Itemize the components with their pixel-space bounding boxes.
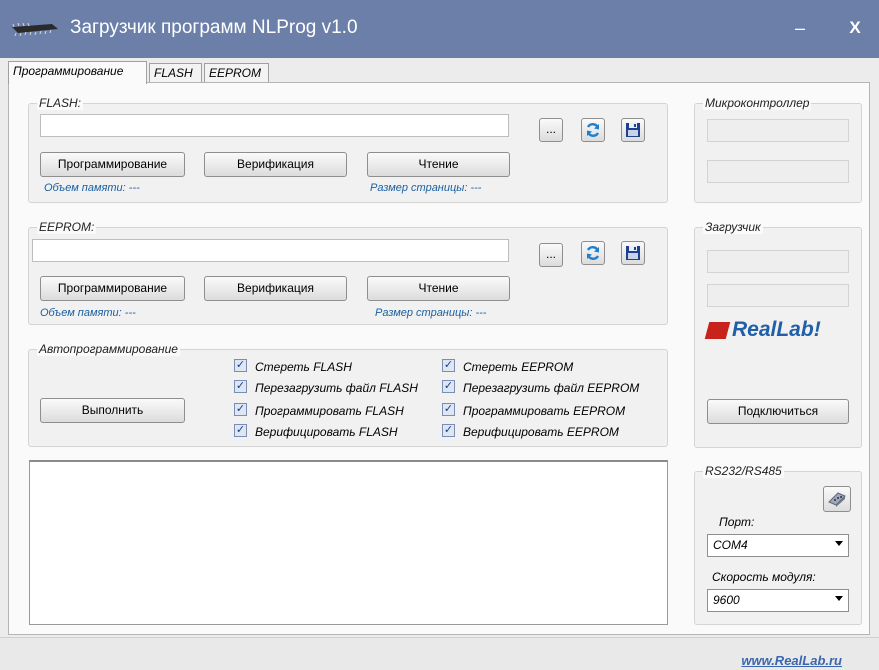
bootloader-group-title: Загрузчик: [703, 220, 763, 234]
eeprom-group-title: EEPROM:: [37, 220, 97, 234]
checkbox-label: Программировать FLASH: [255, 403, 404, 418]
mcu-field-1: [707, 119, 849, 142]
flash-read-button[interactable]: Чтение: [367, 152, 510, 177]
flash-save-button[interactable]: [621, 118, 645, 142]
checkbox-check-icon: ✓: [442, 424, 455, 438]
floppy-disk-icon: [626, 246, 640, 260]
port-select[interactable]: COM4: [707, 534, 849, 557]
tab-eeprom[interactable]: EEPROM: [204, 63, 269, 83]
dropdown-arrow-icon: [835, 541, 843, 546]
flash-file-input[interactable]: [40, 114, 509, 137]
eeprom-refresh-button[interactable]: [581, 241, 605, 265]
status-footer: www.RealLab.ru: [0, 637, 879, 670]
title-bar: Загрузчик программ NLProg v1.0 – X: [0, 0, 879, 58]
checkbox-check-icon: ✓: [234, 380, 247, 394]
connector-icon: [828, 492, 846, 507]
checkbox-check-icon: ✓: [442, 403, 455, 417]
tab-flash[interactable]: FLASH: [149, 63, 202, 83]
flash-program-button[interactable]: Программирование: [40, 152, 185, 177]
checkbox-program-flash[interactable]: ✓ Программировать FLASH: [234, 403, 404, 418]
bootloader-field-2: [707, 284, 849, 307]
eeprom-read-button[interactable]: Чтение: [367, 276, 510, 301]
checkbox-verify-flash[interactable]: ✓ Верифицировать FLASH: [234, 424, 398, 439]
checkbox-check-icon: ✓: [442, 380, 455, 394]
microcontroller-group: Микроконтроллер: [694, 96, 862, 203]
tab-programming[interactable]: Программирование: [8, 61, 147, 84]
flash-verify-button[interactable]: Верификация: [204, 152, 347, 177]
flash-group-title: FLASH:: [37, 96, 84, 110]
checkbox-label: Перезагрузить файл FLASH: [255, 380, 418, 395]
checkbox-erase-eeprom[interactable]: ✓ Стереть EEPROM: [442, 359, 574, 374]
bootloader-field-1: [707, 250, 849, 273]
eeprom-page-size: Размер страницы: ---: [375, 307, 487, 319]
checkbox-erase-flash[interactable]: ✓ Стереть FLASH: [234, 359, 352, 374]
checkbox-label: Перезагрузить файл EEPROM: [463, 380, 640, 395]
checkbox-label: Программировать EEPROM: [463, 403, 626, 418]
minimize-button[interactable]: –: [788, 16, 812, 40]
eeprom-program-button[interactable]: Программирование: [40, 276, 185, 301]
reallab-logo-mark-icon: [704, 321, 731, 339]
checkbox-check-icon: ✓: [442, 359, 455, 373]
chip-icon: [12, 22, 58, 36]
speed-select-value: 9600: [713, 593, 740, 607]
checkbox-check-icon: ✓: [234, 424, 247, 438]
flash-page-size: Размер страницы: ---: [370, 182, 482, 194]
refresh-icon: [586, 123, 600, 137]
refresh-icon: [586, 246, 600, 260]
flash-browse-button[interactable]: ...: [539, 118, 563, 142]
floppy-disk-icon: [626, 123, 640, 137]
reallab-logo: RealLab!: [704, 318, 821, 350]
close-button[interactable]: X: [843, 16, 867, 40]
run-button[interactable]: Выполнить: [40, 398, 185, 423]
eeprom-browse-button[interactable]: ...: [539, 243, 563, 267]
checkbox-label: Стереть FLASH: [255, 359, 352, 374]
checkbox-reload-flash[interactable]: ✓ Перезагрузить файл FLASH: [234, 380, 418, 395]
checkbox-check-icon: ✓: [234, 359, 247, 373]
eeprom-verify-button[interactable]: Верификация: [204, 276, 347, 301]
autoprogramming-group-title: Автопрограммирование: [37, 342, 180, 356]
port-select-value: COM4: [713, 538, 748, 552]
website-link[interactable]: www.RealLab.ru: [741, 653, 842, 668]
checkbox-label: Стереть EEPROM: [463, 359, 574, 374]
dropdown-arrow-icon: [835, 596, 843, 601]
microcontroller-group-title: Микроконтроллер: [703, 96, 812, 110]
checkbox-reload-eeprom[interactable]: ✓ Перезагрузить файл EEPROM: [442, 380, 640, 395]
window-title: Загрузчик программ NLProg v1.0: [70, 17, 358, 38]
serial-group-title: RS232/RS485: [703, 464, 784, 478]
checkbox-label: Верифицировать EEPROM: [463, 424, 619, 439]
serial-settings-button[interactable]: [823, 486, 851, 512]
speed-label: Скорость модуля:: [712, 570, 816, 584]
flash-memory-size: Объем памяти: ---: [44, 182, 140, 194]
connect-button[interactable]: Подключиться: [707, 399, 849, 424]
port-label: Порт:: [719, 515, 755, 529]
mcu-field-2: [707, 160, 849, 183]
flash-refresh-button[interactable]: [581, 118, 605, 142]
eeprom-file-input[interactable]: [32, 239, 509, 262]
reallab-logo-text: RealLab!: [732, 318, 821, 341]
checkbox-check-icon: ✓: [234, 403, 247, 417]
checkbox-program-eeprom[interactable]: ✓ Программировать EEPROM: [442, 403, 626, 418]
log-textarea[interactable]: [29, 460, 668, 625]
checkbox-label: Верифицировать FLASH: [255, 424, 398, 439]
checkbox-verify-eeprom[interactable]: ✓ Верифицировать EEPROM: [442, 424, 619, 439]
eeprom-memory-size: Объем памяти: ---: [40, 307, 136, 319]
eeprom-save-button[interactable]: [621, 241, 645, 265]
speed-select[interactable]: 9600: [707, 589, 849, 612]
